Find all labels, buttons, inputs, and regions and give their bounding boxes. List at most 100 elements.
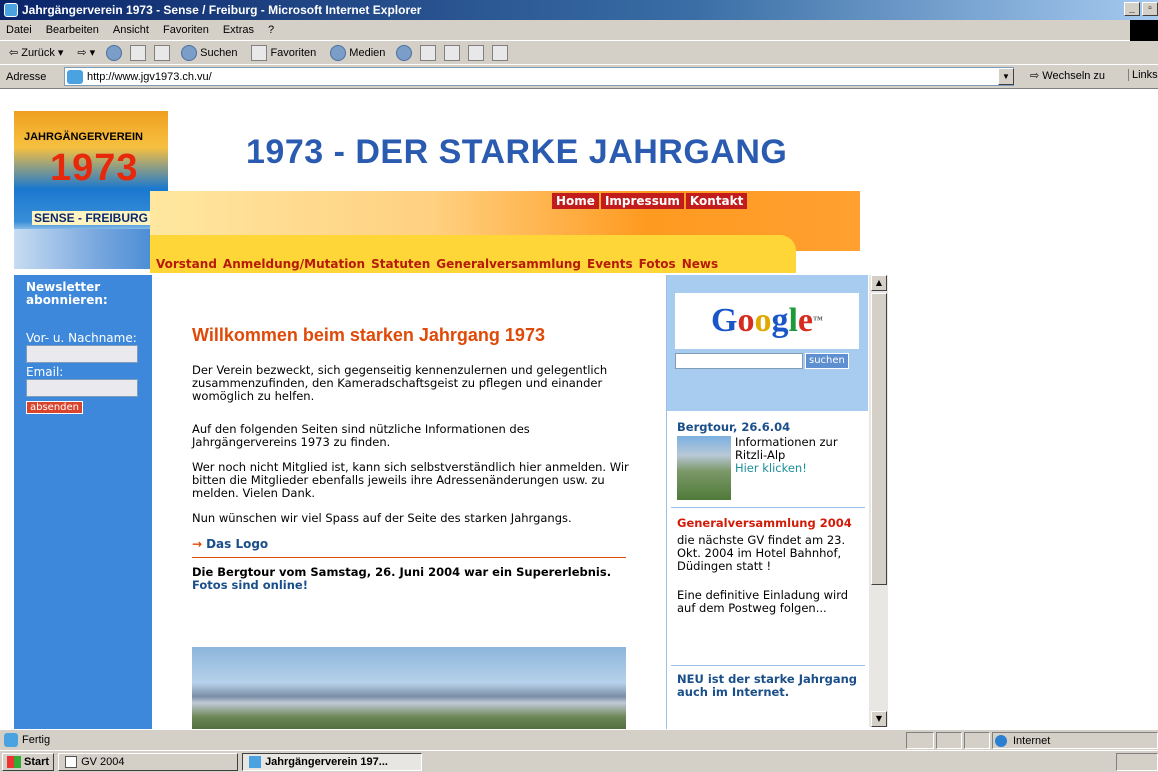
taskbar: Start GV 2004 Jahrgängerverein 197...: [0, 750, 1158, 772]
news-divider: [671, 665, 865, 666]
toolbar: ⇦ Zurück ▾ ⇨ ▾ Suchen Favoriten Medien: [0, 41, 1158, 65]
scroll-up-icon[interactable]: ▲: [871, 275, 887, 291]
bergtour-notice: Die Bergtour vom Samstag, 26. Juni 2004 …: [192, 565, 612, 592]
media-icon: [330, 44, 347, 61]
header-blue-strip: [14, 229, 150, 269]
right-sidebar-scrollbar[interactable]: ▲ ▼: [868, 275, 888, 727]
news-item-bergtour: Bergtour, 26.6.04 Informationen zur Ritz…: [677, 421, 863, 500]
maximize-button[interactable]: ▫: [1142, 2, 1158, 16]
zone-indicator: Internet: [992, 732, 1158, 749]
name-input[interactable]: [26, 345, 138, 363]
status-segment: [936, 732, 962, 749]
logo-year: 1973: [50, 147, 139, 189]
menu-extras[interactable]: Extras: [223, 24, 254, 36]
name-label: Vor- u. Nachname:: [26, 331, 137, 345]
nav-events[interactable]: Events: [587, 257, 633, 271]
top-nav: Home Impressum Kontakt: [552, 193, 748, 209]
history-icon[interactable]: [396, 44, 413, 61]
back-arrow-icon: ⇦: [9, 47, 19, 59]
search-icon: [181, 44, 198, 61]
page-icon: [67, 69, 83, 84]
news-item-internet: NEU ist der starke Jahrgang auch im Inte…: [677, 673, 863, 699]
address-label: Adresse: [6, 70, 47, 83]
ie-icon: [249, 755, 262, 768]
scroll-thumb[interactable]: [871, 293, 887, 585]
edit-icon[interactable]: [468, 44, 485, 61]
favorites-button[interactable]: Favoriten: [248, 44, 319, 61]
news-text: die nächste GV findet am 23. Okt. 2004 i…: [677, 533, 846, 573]
go-button[interactable]: ⇨ Wechseln zu: [1030, 69, 1105, 82]
right-sidebar: Google™ suchen Bergtour, 26.6.04 Informa…: [666, 275, 869, 729]
news-item-gv: Generalversammlung 2004 die nächste GV f…: [677, 517, 863, 615]
nav-vorstand[interactable]: Vorstand: [156, 257, 217, 271]
arrow-icon: →: [192, 537, 203, 551]
nav-kontakt[interactable]: Kontakt: [685, 193, 748, 209]
home-icon[interactable]: [154, 44, 171, 61]
nav-news[interactable]: News: [682, 257, 718, 271]
nav-statuten[interactable]: Statuten: [371, 257, 430, 271]
nav-generalversammlung[interactable]: Generalversammlung: [436, 257, 581, 271]
browser-viewport: JAHRGÄNGERVEREIN 1973 SENSE - FREIBURG 1…: [0, 89, 1158, 729]
welcome-paragraph-4: Nun wünschen wir viel Spass auf der Seit…: [192, 511, 572, 525]
start-button[interactable]: Start: [2, 752, 55, 771]
photos-link[interactable]: Fotos sind online!: [192, 578, 308, 592]
news-title: Bergtour, 26.6.04: [677, 420, 791, 434]
news-title: Generalversammlung 2004: [677, 516, 852, 530]
forward-button[interactable]: ⇨ ▾: [74, 46, 98, 59]
scroll-down-icon[interactable]: ▼: [871, 711, 887, 727]
status-text: Fertig: [22, 734, 51, 746]
divider: [192, 557, 626, 558]
news-title: NEU ist der starke Jahrgang auch im Inte…: [677, 672, 858, 699]
email-input[interactable]: [26, 379, 138, 397]
bergtour-thumbnail[interactable]: [677, 436, 731, 500]
google-search-button[interactable]: suchen: [805, 353, 849, 369]
news-link[interactable]: Hier klicken!: [735, 461, 807, 475]
welcome-paragraph-3: Wer noch nicht Mitglied ist, kann sich s…: [192, 460, 629, 500]
address-dropdown-icon[interactable]: ▼: [998, 68, 1014, 85]
page-icon: [4, 733, 18, 747]
menu-bearbeiten[interactable]: Bearbeiten: [46, 24, 99, 36]
menu-favoriten[interactable]: Favoriten: [163, 24, 209, 36]
back-button[interactable]: ⇦ Zurück ▾: [6, 46, 66, 60]
links-button[interactable]: Links: [1128, 69, 1158, 81]
system-tray[interactable]: [1116, 753, 1158, 771]
address-input[interactable]: http://www.jgv1973.ch.vu/: [64, 67, 1014, 86]
address-bar: Adresse http://www.jgv1973.ch.vu/ ▼ ⇨ We…: [0, 65, 1158, 89]
welcome-paragraph-2: Auf den folgenden Seiten sind nützliche …: [192, 422, 530, 449]
status-segment: [906, 732, 934, 749]
minimize-button[interactable]: _: [1124, 2, 1140, 16]
media-button[interactable]: Medien: [327, 44, 388, 61]
mountain-photo: [192, 647, 626, 729]
refresh-icon[interactable]: [130, 44, 147, 61]
google-logo: Google™: [675, 293, 859, 349]
nav-anmeldung[interactable]: Anmeldung/Mutation: [223, 257, 365, 271]
submit-button[interactable]: absenden: [26, 401, 84, 414]
newsletter-heading: Newsletter abonnieren:: [26, 280, 108, 307]
logo-link[interactable]: → Das Logo: [192, 537, 632, 551]
task-gv2004[interactable]: GV 2004: [58, 752, 239, 771]
newsletter-sidebar: Newsletter abonnieren: Vor- u. Nachname:…: [14, 275, 152, 729]
nav-home[interactable]: Home: [552, 193, 599, 209]
menu-ansicht[interactable]: Ansicht: [113, 24, 149, 36]
task-browser[interactable]: Jahrgängerverein 197...: [242, 752, 423, 771]
site-logo[interactable]: JAHRGÄNGERVEREIN 1973 SENSE - FREIBURG: [14, 111, 168, 241]
mail-icon[interactable]: [420, 44, 437, 61]
window-titlebar[interactable]: Jahrgängerverein 1973 - Sense / Freiburg…: [0, 0, 1158, 20]
search-button[interactable]: Suchen: [178, 44, 240, 61]
welcome-title: Willkommen beim starken Jahrgang 1973: [192, 325, 545, 345]
menu-help[interactable]: ?: [268, 24, 274, 36]
google-search-input[interactable]: [675, 353, 803, 369]
news-divider: [671, 507, 865, 508]
stop-icon[interactable]: [106, 44, 123, 61]
discuss-icon[interactable]: [492, 44, 509, 61]
menu-datei[interactable]: Datei: [6, 24, 32, 36]
print-icon[interactable]: [444, 44, 461, 61]
main-nav: Vorstand Anmeldung/Mutation Statuten Gen…: [150, 235, 796, 273]
news-text: Informationen zur Ritzli-Alp: [734, 435, 838, 462]
nav-fotos[interactable]: Fotos: [639, 257, 676, 271]
window-title: Jahrgängerverein 1973 - Sense / Freiburg…: [22, 3, 422, 17]
nav-impressum[interactable]: Impressum: [600, 193, 684, 209]
windows-flag-icon: [7, 755, 21, 768]
address-url: http://www.jgv1973.ch.vu/: [87, 70, 212, 83]
forward-arrow-icon: ⇨: [77, 47, 87, 59]
